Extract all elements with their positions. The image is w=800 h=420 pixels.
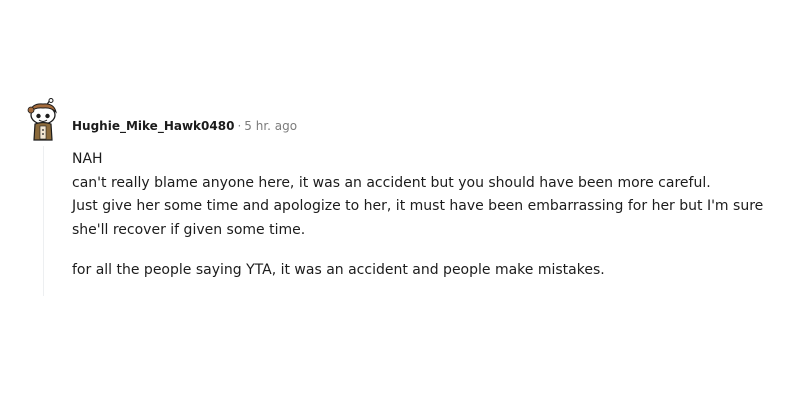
comment-meta: Hughie_Mike_Hawk0480 · 5 hr. ago: [72, 118, 297, 134]
comment-line: for all the people saying YTA, it was an…: [72, 262, 605, 278]
comment-line: can't really blame anyone here, it was a…: [72, 174, 711, 191]
snoo-avatar-icon: [27, 98, 57, 141]
meta-separator: ·: [237, 119, 242, 133]
timestamp[interactable]: 5 hr. ago: [244, 119, 297, 133]
comment-body: NAH can't really blame anyone here, it w…: [72, 148, 782, 283]
comment-line: NAH: [72, 151, 103, 167]
thread-line[interactable]: [43, 146, 44, 296]
comment-line: Just give her some time and apologize to…: [72, 198, 764, 238]
avatar[interactable]: [26, 98, 62, 142]
username-link[interactable]: Hughie_Mike_Hawk0480: [72, 119, 234, 133]
